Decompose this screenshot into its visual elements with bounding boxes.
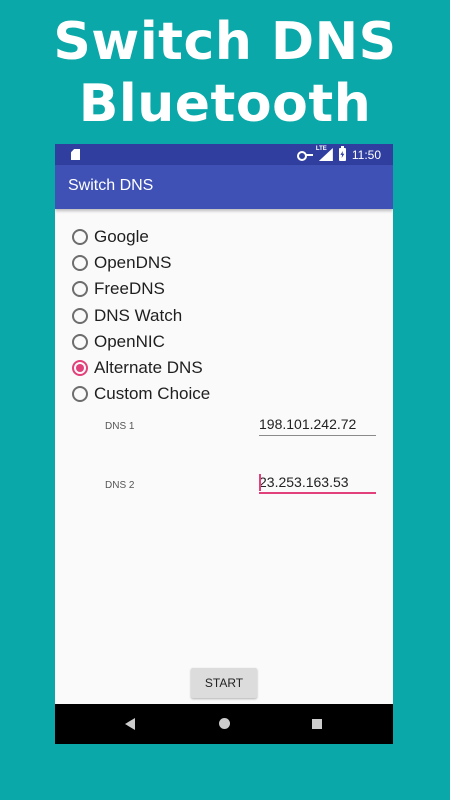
- dns1-label: DNS 1: [105, 421, 135, 432]
- radio-option-dns-watch[interactable]: DNS Watch: [72, 303, 210, 329]
- status-bar: LTE 11:50: [55, 144, 393, 165]
- home-icon[interactable]: [219, 718, 230, 729]
- radio-button[interactable]: [72, 255, 88, 272]
- dns2-label: DNS 2: [105, 480, 135, 491]
- network-type: LTE: [315, 146, 327, 152]
- radio-option-custom-choice[interactable]: Custom Choice: [72, 381, 210, 407]
- radio-option-opendns[interactable]: OpenDNS: [72, 250, 210, 276]
- radio-label: OpenNIC: [94, 331, 165, 351]
- vpn-key-icon: [296, 150, 313, 161]
- radio-option-opennic[interactable]: OpenNIC: [72, 329, 210, 355]
- radio-button[interactable]: [72, 281, 88, 298]
- dns-radio-group: Google OpenDNS FreeDNS DNS Watch OpenNIC…: [72, 224, 210, 407]
- radio-button[interactable]: [72, 307, 88, 324]
- status-time: 11:50: [351, 147, 381, 162]
- signal-icon: LTE: [315, 146, 333, 161]
- radio-option-freedns[interactable]: FreeDNS: [72, 276, 210, 302]
- radio-label: OpenDNS: [94, 253, 172, 273]
- phone-screen: LTE 11:50 Switch DNS Google OpenDNS Free…: [55, 144, 393, 744]
- radio-button[interactable]: [72, 333, 88, 350]
- radio-button-selected[interactable]: [72, 360, 88, 377]
- dns1-field[interactable]: 198.101.242.72: [259, 414, 376, 436]
- dns2-field[interactable]: 23.253.163.53: [259, 472, 376, 494]
- radio-option-alternate-dns[interactable]: Alternate DNS: [72, 355, 210, 381]
- navigation-bar: [55, 704, 393, 744]
- radio-label: Custom Choice: [94, 384, 211, 404]
- app-title: Switch DNS: [68, 177, 154, 194]
- radio-label: DNS Watch: [94, 305, 183, 325]
- radio-label: Alternate DNS: [94, 358, 203, 378]
- promo-title-line1: Switch DNS: [53, 12, 397, 72]
- promo-title-line2: Bluetooth: [78, 74, 372, 134]
- radio-option-google[interactable]: Google: [72, 224, 210, 250]
- dns2-value: 23.253.163.53: [259, 474, 349, 490]
- text-cursor: [259, 474, 261, 491]
- recent-apps-icon[interactable]: [312, 719, 322, 729]
- app-bar: Switch DNS: [55, 165, 393, 209]
- radio-label: Google: [94, 227, 149, 247]
- start-button[interactable]: START: [191, 668, 257, 698]
- battery-charging-icon: [338, 146, 346, 161]
- radio-button[interactable]: [72, 229, 88, 246]
- radio-button[interactable]: [72, 386, 88, 403]
- back-icon[interactable]: [125, 718, 135, 730]
- sd-card-icon: [71, 149, 80, 160]
- radio-label: FreeDNS: [94, 279, 165, 299]
